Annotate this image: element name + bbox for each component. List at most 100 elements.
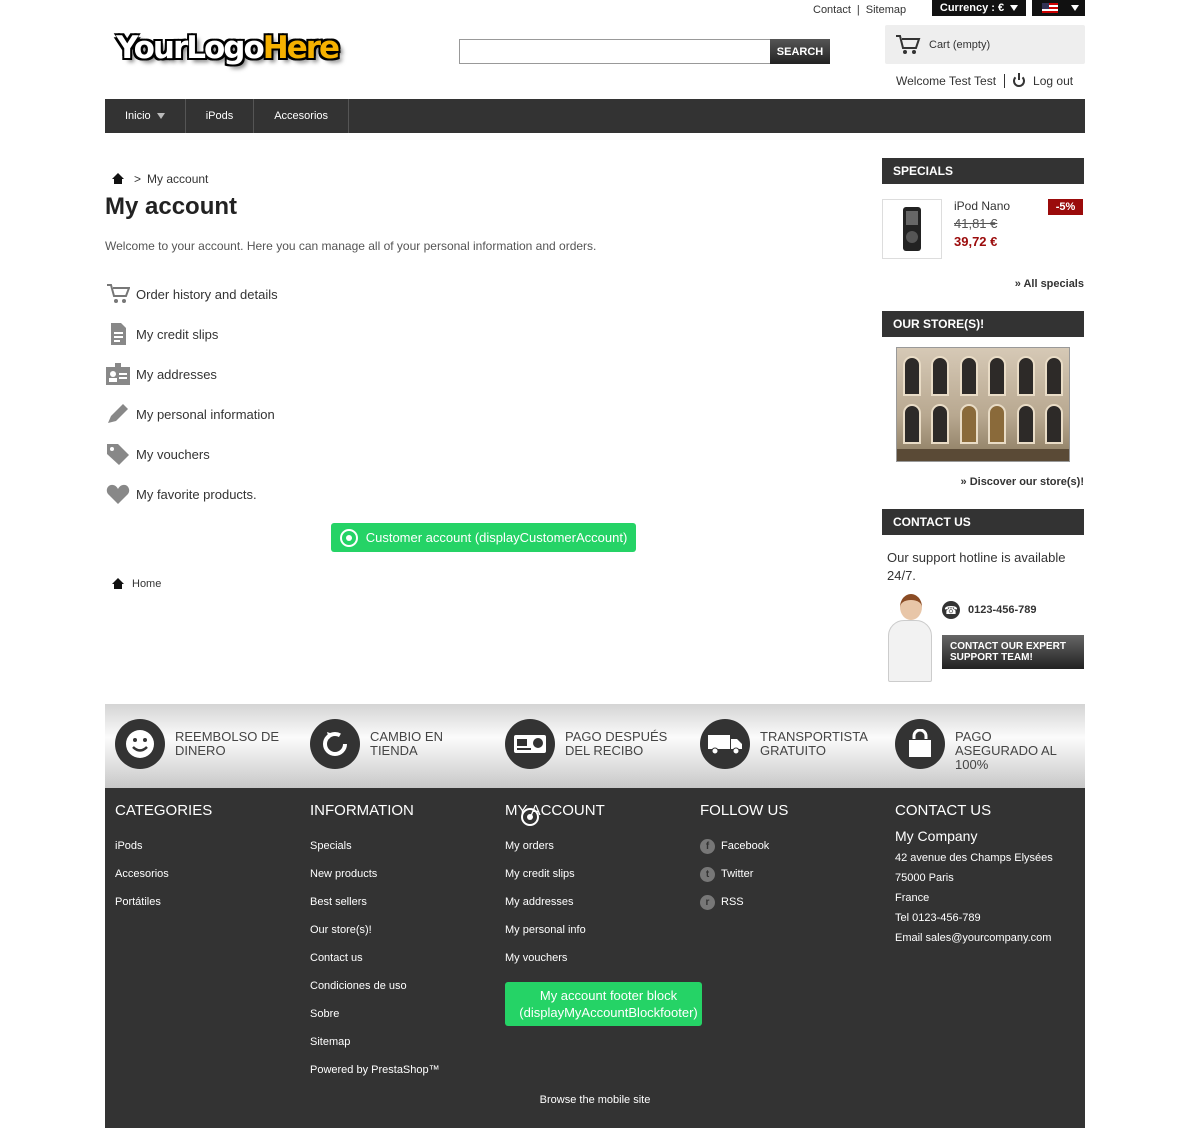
separator: | bbox=[856, 4, 860, 16]
all-specials-link[interactable]: » All specials bbox=[1015, 278, 1084, 290]
footer-link[interactable]: iPods bbox=[115, 832, 212, 860]
personal-info-link[interactable]: My personal information bbox=[106, 403, 275, 425]
home-link[interactable]: Home bbox=[112, 578, 161, 590]
rss-icon: r bbox=[700, 894, 715, 910]
reassurance-item: PAGO DESPUÉS DEL RECIBO bbox=[505, 719, 685, 769]
footer-link[interactable]: Our store(s)! bbox=[310, 916, 440, 944]
chevron-down-icon bbox=[156, 113, 165, 119]
logout-link[interactable]: Log out bbox=[1033, 74, 1073, 88]
rss-link[interactable]: r RSS bbox=[700, 888, 788, 916]
store-image[interactable] bbox=[896, 347, 1070, 462]
footer-link[interactable]: New products bbox=[310, 860, 440, 888]
currency-selector[interactable]: Currency : € bbox=[932, 0, 1026, 16]
tag-icon bbox=[107, 444, 129, 465]
reassurance-item: TRANSPORTISTA GRATUITO bbox=[700, 719, 880, 769]
cart-block[interactable]: Cart (empty) bbox=[885, 25, 1085, 64]
footer-contact: CONTACT US My Company 42 avenue des Cham… bbox=[895, 802, 1053, 948]
logo-text-your: YourLogo bbox=[116, 30, 265, 66]
user-info: Welcome Test Test Log out bbox=[896, 73, 1073, 88]
footer-link[interactable]: My orders bbox=[505, 832, 702, 860]
logo-text-here: Here bbox=[262, 30, 340, 66]
facebook-link[interactable]: f Facebook bbox=[700, 832, 788, 860]
language-selector[interactable] bbox=[1032, 0, 1085, 16]
product-image[interactable] bbox=[882, 199, 942, 259]
company-name: My Company bbox=[895, 828, 978, 844]
link-label: My favorite products. bbox=[136, 486, 257, 502]
sitemap-link[interactable]: Sitemap bbox=[866, 4, 906, 16]
search-button[interactable]: SEARCH bbox=[770, 39, 830, 64]
specials-title: SPECIALS bbox=[882, 158, 1084, 184]
footer-link[interactable]: Portátiles bbox=[115, 888, 212, 916]
favorite-products-link[interactable]: My favorite products. bbox=[106, 483, 257, 505]
footer-heading: CONTACT US bbox=[895, 802, 992, 819]
currency-label: Currency : € bbox=[939, 2, 1005, 14]
mobile-site-link[interactable]: Browse the mobile site bbox=[105, 1094, 1085, 1106]
footer-link[interactable]: Condiciones de uso bbox=[310, 972, 440, 1000]
footer-link[interactable]: My addresses bbox=[505, 888, 702, 916]
addresses-link[interactable]: My addresses bbox=[106, 363, 217, 385]
hook-label: My account footer block (displayMyAccoun… bbox=[519, 988, 698, 1020]
smiley-icon bbox=[115, 719, 165, 769]
menu-item-accesorios[interactable]: Accesorios bbox=[254, 99, 350, 133]
footer-link[interactable]: Specials bbox=[310, 832, 440, 860]
menu-item-label: Accesorios bbox=[274, 110, 329, 122]
home-icon[interactable] bbox=[112, 173, 124, 185]
search-input[interactable] bbox=[459, 39, 771, 64]
chevron-down-icon bbox=[1010, 5, 1019, 11]
customer-account-hook-button[interactable]: Customer account (displayCustomerAccount… bbox=[331, 523, 636, 552]
discount-badge: -5% bbox=[1048, 199, 1083, 215]
old-price: 41,81 € bbox=[954, 216, 998, 231]
footer-link[interactable]: My personal info bbox=[505, 916, 702, 944]
twitter-link[interactable]: t Twitter bbox=[700, 860, 788, 888]
cart-icon bbox=[107, 284, 130, 303]
footer-link[interactable]: Accesorios bbox=[115, 860, 212, 888]
reassurance-item: REEMBOLSO DE DINERO bbox=[115, 719, 295, 769]
logo[interactable]: YourLogoHere bbox=[116, 30, 340, 66]
whatsapp-icon bbox=[521, 808, 539, 826]
address-line: 42 avenue des Champs Elysées bbox=[895, 852, 1053, 864]
reassurance-text: PAGO DESPUÉS DEL RECIBO bbox=[565, 729, 668, 758]
footer-link[interactable]: My vouchers bbox=[505, 944, 702, 972]
chevron-down-icon bbox=[1071, 5, 1079, 11]
footer-link[interactable]: Sitemap bbox=[310, 1028, 440, 1056]
product-name[interactable]: iPod Nano bbox=[954, 199, 1010, 213]
hotline-text: Our support hotline is available 24/7. bbox=[887, 550, 1066, 583]
twitter-icon: t bbox=[700, 866, 715, 882]
social-label: Facebook bbox=[721, 840, 770, 852]
breadcrumb: > My account bbox=[112, 172, 208, 186]
footer-link[interactable]: My credit slips bbox=[505, 860, 702, 888]
power-icon bbox=[1013, 73, 1026, 87]
social-label: Twitter bbox=[721, 868, 754, 880]
account-footer-hook-button[interactable]: My account footer block (displayMyAccoun… bbox=[505, 808, 702, 1026]
page-title: My account bbox=[105, 193, 238, 220]
vouchers-link[interactable]: My vouchers bbox=[106, 443, 210, 465]
footer-link[interactable]: Best sellers bbox=[310, 888, 440, 916]
menu-item-ipods[interactable]: iPods bbox=[186, 99, 255, 133]
breadcrumb-separator: > bbox=[134, 172, 142, 186]
menu-item-label: iPods bbox=[205, 110, 234, 122]
order-history-link[interactable]: Order history and details bbox=[106, 283, 278, 305]
truck-icon bbox=[700, 719, 750, 769]
menu-item-inicio[interactable]: Inicio bbox=[105, 99, 186, 133]
discover-stores-link[interactable]: » Discover our store(s)! bbox=[961, 476, 1084, 488]
separator bbox=[1004, 74, 1006, 88]
us-flag-icon bbox=[1042, 3, 1058, 13]
support-agent-image bbox=[884, 592, 936, 684]
contact-expert-button[interactable]: CONTACT OUR EXPERT SUPPORT TEAM! bbox=[942, 635, 1084, 669]
footer-information: INFORMATION Specials New products Best s… bbox=[310, 802, 440, 1084]
footer-link[interactable]: Sobre bbox=[310, 1000, 440, 1028]
contact-link[interactable]: Contact bbox=[813, 4, 851, 16]
footer: CATEGORIES iPods Accesorios Portátiles I… bbox=[105, 788, 1085, 1128]
credit-slips-link[interactable]: My credit slips bbox=[106, 323, 218, 345]
new-price: 39,72 € bbox=[954, 234, 998, 249]
email-link[interactable]: Email sales@yourcompany.com bbox=[895, 928, 1053, 948]
heart-icon bbox=[106, 484, 130, 504]
id-card-icon bbox=[106, 363, 130, 385]
footer-link[interactable]: Contact us bbox=[310, 944, 440, 972]
reassurance-item: CAMBIO EN TIENDA bbox=[310, 719, 490, 769]
footer-link[interactable]: Powered by PrestaShop™ bbox=[310, 1056, 440, 1084]
footer-heading: INFORMATION bbox=[310, 802, 414, 819]
whatsapp-icon bbox=[339, 528, 358, 547]
credit-card-icon bbox=[505, 719, 555, 769]
footer-categories: CATEGORIES iPods Accesorios Portátiles bbox=[115, 802, 212, 916]
